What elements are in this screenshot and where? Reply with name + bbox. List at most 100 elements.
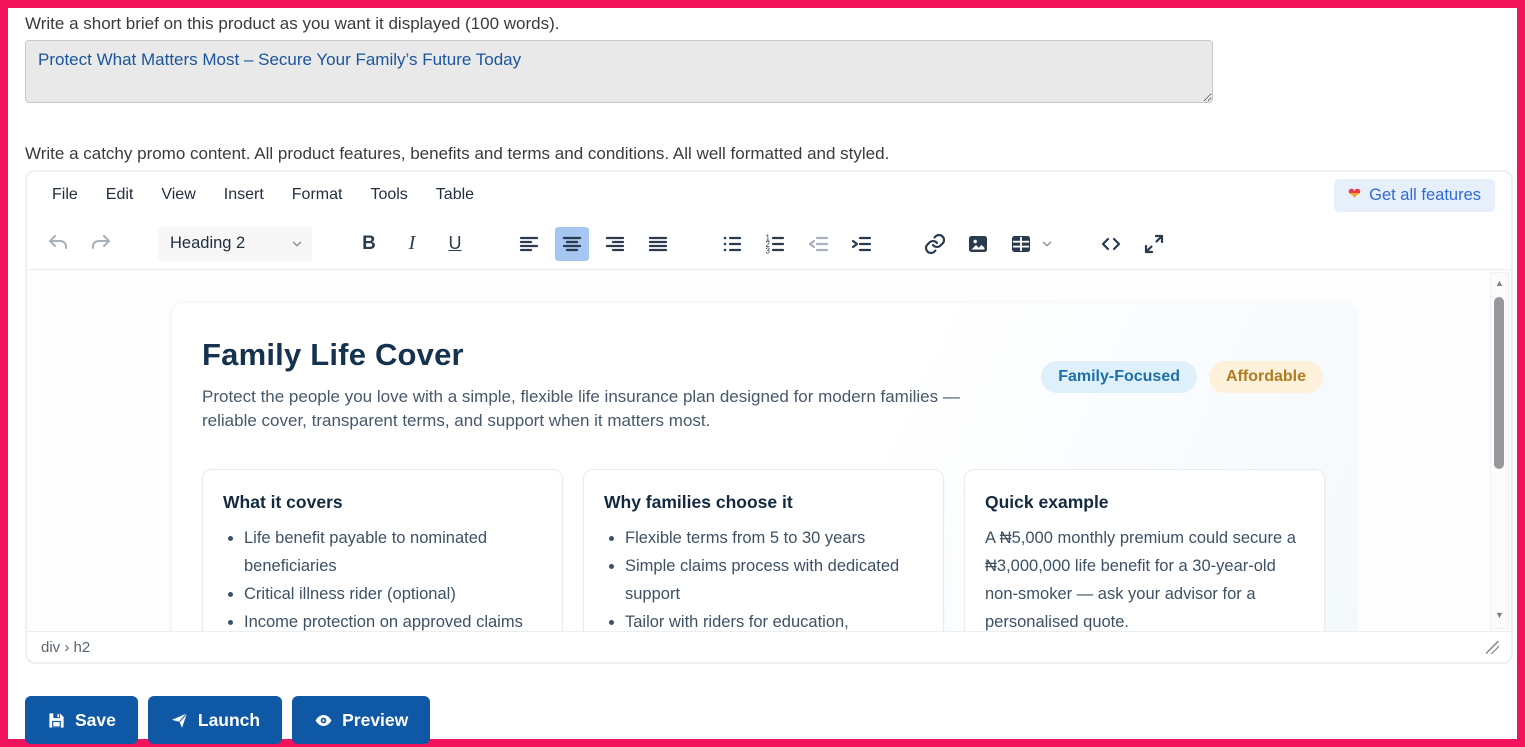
redo-icon (91, 234, 111, 249)
card-quick-example: Quick example A ₦5,000 monthly premium c… (964, 469, 1325, 631)
doc-subtitle: Protect the people you love with a simpl… (202, 387, 960, 430)
table-icon (1012, 235, 1030, 252)
history-group (41, 227, 118, 261)
chevron-down-icon (292, 241, 302, 246)
promo-label: Write a catchy promo content. All produc… (25, 144, 890, 163)
indent-icon (851, 236, 872, 251)
scroll-down-icon[interactable]: ▼ (1491, 610, 1508, 620)
card-bullet-list: Flexible terms from 5 to 30 years Simple… (604, 524, 923, 631)
undo-button[interactable] (41, 227, 75, 261)
fullscreen-button[interactable] (1137, 227, 1171, 261)
align-center-button[interactable] (555, 226, 589, 261)
preview-button[interactable]: Preview (292, 696, 431, 744)
menu-table[interactable]: Table (425, 180, 485, 210)
bold-button[interactable]: B (352, 227, 386, 261)
card-bullet-list: Life benefit payable to nominated benefi… (223, 524, 542, 631)
redo-button[interactable] (84, 227, 118, 261)
card-title: Why families choose it (604, 492, 793, 512)
action-buttons-row: Save Launch Preview (25, 696, 1500, 744)
table-dropdown-chevron-icon[interactable] (1040, 237, 1054, 251)
list-item: Simple claims process with dedicated sup… (625, 552, 923, 608)
align-right-button[interactable] (598, 227, 632, 261)
table-button-group (1004, 227, 1054, 261)
save-icon (49, 712, 64, 728)
scrollbar-thumb[interactable] (1494, 297, 1504, 469)
menu-edit[interactable]: Edit (95, 180, 145, 210)
menu-format[interactable]: Format (281, 180, 354, 210)
launch-icon (171, 712, 188, 728)
card-what-it-covers: What it covers Life benefit payable to n… (202, 469, 563, 631)
element-path: div › h2 (41, 638, 91, 656)
svg-text:3: 3 (766, 246, 771, 255)
editor-resize-handle[interactable] (1486, 640, 1499, 654)
menu-file[interactable]: File (41, 180, 89, 210)
list-item: Critical illness rider (optional) (244, 580, 542, 608)
editor-toolbar: Heading 2 B I U 1 2 3 (27, 218, 1511, 270)
menu-view[interactable]: View (150, 180, 206, 210)
editor-content-area[interactable]: Family Life Cover Protect the people you… (27, 270, 1511, 631)
get-all-features-button[interactable]: ❤ Get all features (1333, 178, 1495, 212)
italic-button[interactable]: I (395, 227, 429, 261)
view-group (1094, 227, 1171, 261)
numbered-list-icon: 123 (766, 233, 785, 255)
editor-menubar: File Edit View Insert Format Tools Table… (27, 172, 1511, 218)
image-icon (969, 235, 987, 252)
image-button[interactable] (961, 227, 995, 261)
text-style-group: B I U (352, 227, 472, 261)
scroll-up-icon[interactable]: ▲ (1491, 278, 1508, 288)
preview-label: Preview (342, 709, 409, 730)
insert-group (918, 227, 1054, 261)
table-button[interactable] (1004, 227, 1038, 261)
list-group: 123 (715, 227, 878, 261)
list-item: Flexible terms from 5 to 30 years (625, 524, 923, 552)
launch-button[interactable]: Launch (147, 696, 283, 744)
underline-button[interactable]: U (438, 227, 472, 261)
card-title: Quick example (985, 492, 1109, 512)
format-select-value: Heading 2 (170, 234, 246, 252)
justify-button[interactable] (641, 227, 675, 261)
code-icon (1101, 237, 1121, 250)
outdent-button[interactable] (801, 227, 835, 261)
list-item: Life benefit payable to nominated benefi… (244, 524, 542, 580)
source-code-button[interactable] (1094, 227, 1128, 261)
bullet-list-button[interactable] (715, 227, 749, 261)
card-text: A ₦5,000 monthly premium could secure a … (985, 529, 1296, 631)
preview-icon (315, 714, 332, 726)
justify-icon (648, 236, 668, 251)
badge-row: Family-Focused Affordable (1041, 361, 1323, 393)
editor-statusbar: div › h2 (27, 631, 1511, 662)
badge-affordable: Affordable (1209, 361, 1323, 393)
brief-textarea[interactable]: Protect What Matters Most – Secure Your … (25, 40, 1213, 103)
save-label: Save (75, 709, 116, 730)
save-button[interactable]: Save (25, 696, 138, 744)
indent-button[interactable] (844, 227, 878, 261)
menu-list: File Edit View Insert Format Tools Table (41, 180, 485, 210)
rich-text-editor: File Edit View Insert Format Tools Table… (25, 170, 1513, 664)
align-left-button[interactable] (512, 227, 546, 261)
list-item: Income protection on approved claims (244, 608, 542, 631)
align-left-icon (519, 236, 539, 251)
menu-insert[interactable]: Insert (213, 180, 275, 210)
form-area: Write a short brief on this product as y… (8, 8, 1517, 744)
menu-tools[interactable]: Tools (359, 180, 418, 210)
align-group (512, 226, 675, 261)
card-why-families-choose-it: Why families choose it Flexible terms fr… (583, 469, 944, 631)
align-right-icon (605, 236, 625, 251)
underline-icon: U (448, 233, 462, 253)
undo-icon (48, 234, 68, 249)
launch-label: Launch (197, 709, 261, 730)
feature-cards-row: What it covers Life benefit payable to n… (202, 469, 1325, 631)
card-title: What it covers (223, 492, 343, 512)
link-button[interactable] (918, 227, 952, 261)
bullet-list-icon (723, 236, 742, 251)
fullscreen-icon (1144, 234, 1164, 253)
get-all-features-label: Get all features (1369, 185, 1481, 204)
document-card: Family Life Cover Protect the people you… (172, 303, 1355, 631)
list-item: Tailor with riders for education, (625, 608, 923, 631)
heart-icon: ❤ (1347, 186, 1362, 203)
format-select[interactable]: Heading 2 (158, 226, 312, 261)
brief-label: Write a short brief on this product as y… (25, 14, 560, 33)
editor-scrollbar[interactable]: ▲ ▼ (1490, 272, 1509, 629)
link-icon (924, 233, 946, 254)
numbered-list-button[interactable]: 123 (758, 227, 792, 261)
